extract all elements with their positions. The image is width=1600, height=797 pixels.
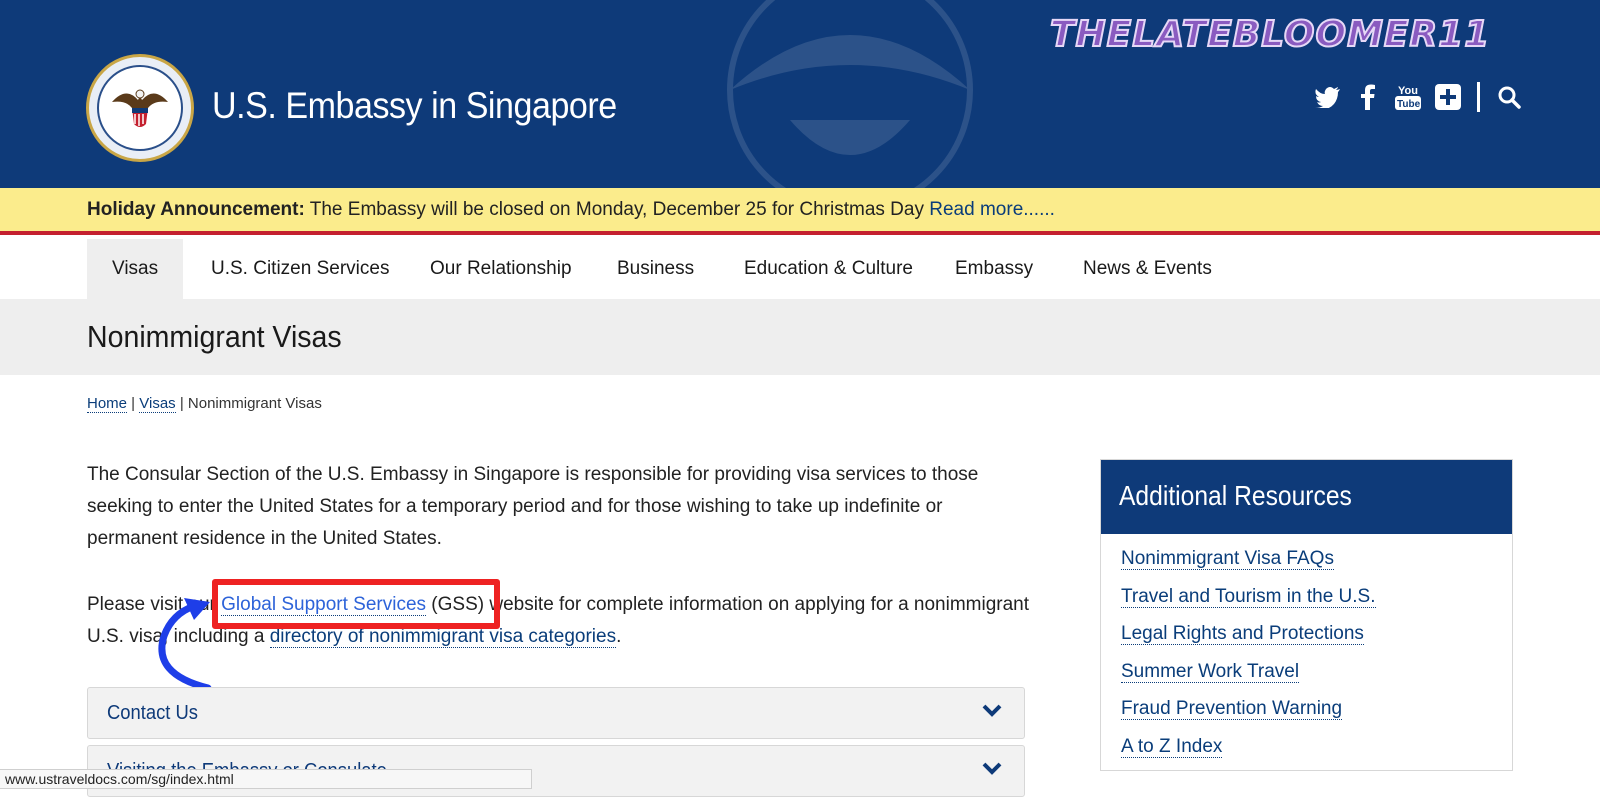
- chevron-down-icon: [982, 704, 1002, 717]
- intro-paragraph: The Consular Section of the U.S. Embassy…: [87, 464, 979, 549]
- resource-link-fraud-prevention[interactable]: Fraud Prevention Warning: [1121, 696, 1376, 734]
- chevron-down-icon: [982, 762, 1002, 775]
- nav-item-citizen-services[interactable]: U.S. Citizen Services: [186, 239, 414, 299]
- red-highlight-box: [212, 579, 500, 629]
- announcement-label: Holiday Announcement:: [87, 199, 305, 220]
- twitter-icon[interactable]: [1315, 84, 1341, 110]
- social-links: You Tube: [1315, 82, 1522, 112]
- announcement-message: The Embassy will be closed on Monday, De…: [304, 199, 930, 220]
- additional-resources-header: Additional Resources: [1101, 460, 1512, 534]
- svg-text:Tube: Tube: [1397, 99, 1421, 110]
- site-title[interactable]: U.S. Embassy in Singapore: [212, 85, 617, 127]
- contact-us-accordion[interactable]: Contact Us: [87, 687, 1025, 739]
- resource-link-travel-tourism[interactable]: Travel and Tourism in the U.S.: [1121, 584, 1376, 622]
- youtube-icon[interactable]: You Tube: [1395, 84, 1421, 110]
- holiday-announcement-bar: Holiday Announcement: The Embassy will b…: [0, 188, 1600, 235]
- facebook-icon[interactable]: [1355, 84, 1381, 110]
- breadcrumb-home-link[interactable]: Home: [87, 395, 128, 413]
- eagle-watermark-icon: [727, 0, 973, 188]
- additional-resources-panel: Additional Resources Nonimmigrant Visa F…: [1100, 459, 1513, 771]
- search-icon[interactable]: [1496, 84, 1522, 110]
- breadcrumb: Home | Visas | Nonimmigrant Visas: [87, 395, 322, 413]
- blue-arrow-annotation-icon: [158, 598, 212, 692]
- site-header: U.S. Embassy in Singapore THELATEBLOOMER…: [0, 0, 1600, 188]
- accordion-label: Contact Us: [107, 702, 199, 724]
- additional-resources-title: Additional Resources: [1119, 480, 1352, 511]
- breadcrumb-separator: |: [127, 395, 140, 412]
- announcement-read-more-link[interactable]: Read more......: [929, 199, 1055, 220]
- resource-links: Nonimmigrant Visa FAQs Travel and Touris…: [1121, 546, 1376, 771]
- browser-status-bar: www.ustraveldocs.com/sg/index.html: [0, 769, 532, 789]
- nav-item-embassy[interactable]: Embassy: [930, 239, 1058, 299]
- plus-icon[interactable]: [1435, 84, 1461, 110]
- breadcrumb-current: Nonimmigrant Visas: [187, 395, 322, 412]
- page-title-band: Nonimmigrant Visas: [0, 299, 1600, 375]
- social-divider: [1477, 82, 1480, 112]
- page-title: Nonimmigrant Visas: [87, 319, 342, 354]
- breadcrumb-separator: |: [175, 395, 188, 412]
- nav-item-visas[interactable]: Visas: [87, 239, 184, 299]
- embassy-seal-logo[interactable]: [86, 54, 194, 162]
- visa-categories-link[interactable]: directory of nonimmigrant visa categorie…: [269, 626, 617, 648]
- user-watermark-text: THELATEBLOOMER11: [1049, 13, 1491, 56]
- nav-item-news-events[interactable]: News & Events: [1058, 239, 1237, 299]
- svg-text:You: You: [1398, 85, 1418, 97]
- main-nav: Visas U.S. Citizen Services Our Relation…: [0, 239, 1600, 299]
- gss-text-end: .: [616, 626, 622, 647]
- announcement-text: Holiday Announcement: The Embassy will b…: [87, 199, 1055, 221]
- nav-item-business[interactable]: Business: [592, 239, 719, 299]
- breadcrumb-visas-link[interactable]: Visas: [139, 395, 176, 413]
- resource-link-legal-rights[interactable]: Legal Rights and Protections: [1121, 621, 1376, 659]
- nav-item-our-relationship[interactable]: Our Relationship: [405, 239, 597, 299]
- eagle-icon: [112, 89, 168, 127]
- resource-link-a-to-z-index[interactable]: A to Z Index: [1121, 734, 1376, 772]
- nav-item-education-culture[interactable]: Education & Culture: [719, 239, 938, 299]
- resource-link-visa-faqs[interactable]: Nonimmigrant Visa FAQs: [1121, 546, 1376, 584]
- resource-link-summer-work-travel[interactable]: Summer Work Travel: [1121, 659, 1376, 697]
